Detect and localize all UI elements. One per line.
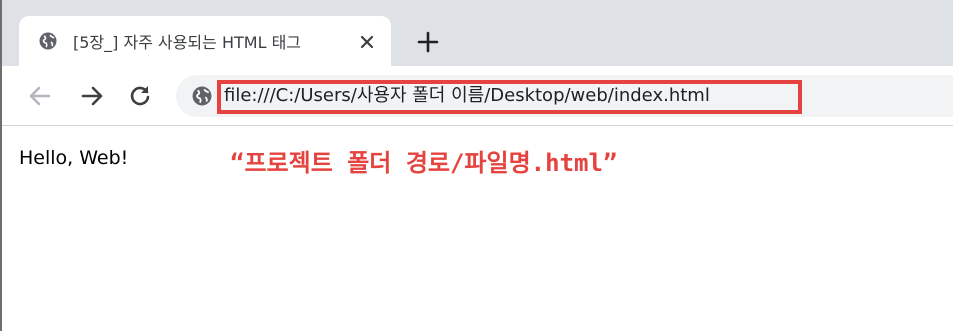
forward-button[interactable] [78, 82, 106, 110]
browser-window: [5장_] 자주 사용되는 HTML 태그 file:///C:/Users/사… [0, 0, 953, 331]
globe-icon [39, 32, 57, 50]
site-info-icon[interactable] [192, 86, 212, 106]
browser-toolbar: file:///C:/Users/사용자 폴더 이름/Desktop/web/i… [2, 66, 953, 126]
arrow-left-icon [29, 86, 51, 106]
arrow-right-icon [81, 86, 103, 106]
url-text[interactable]: file:///C:/Users/사용자 폴더 이름/Desktop/web/i… [224, 83, 710, 109]
close-icon[interactable] [357, 32, 377, 52]
back-button[interactable] [26, 82, 54, 110]
tab-strip: [5장_] 자주 사용되는 HTML 태그 [2, 0, 953, 68]
reload-icon [130, 86, 150, 106]
tab-title: [5장_] 자주 사용되는 HTML 태그 [73, 33, 302, 52]
address-bar[interactable]: file:///C:/Users/사용자 폴더 이름/Desktop/web/i… [176, 75, 953, 117]
browser-tab[interactable]: [5장_] 자주 사용되는 HTML 태그 [19, 16, 391, 68]
new-tab-button[interactable] [414, 28, 442, 56]
globe-icon [192, 86, 212, 106]
plus-icon [417, 31, 439, 53]
reload-button[interactable] [126, 82, 154, 110]
page-content-text: Hello, Web! [19, 147, 129, 169]
annotation-caption: “프로젝트 폴더 경로/파일명.html” [230, 149, 618, 177]
